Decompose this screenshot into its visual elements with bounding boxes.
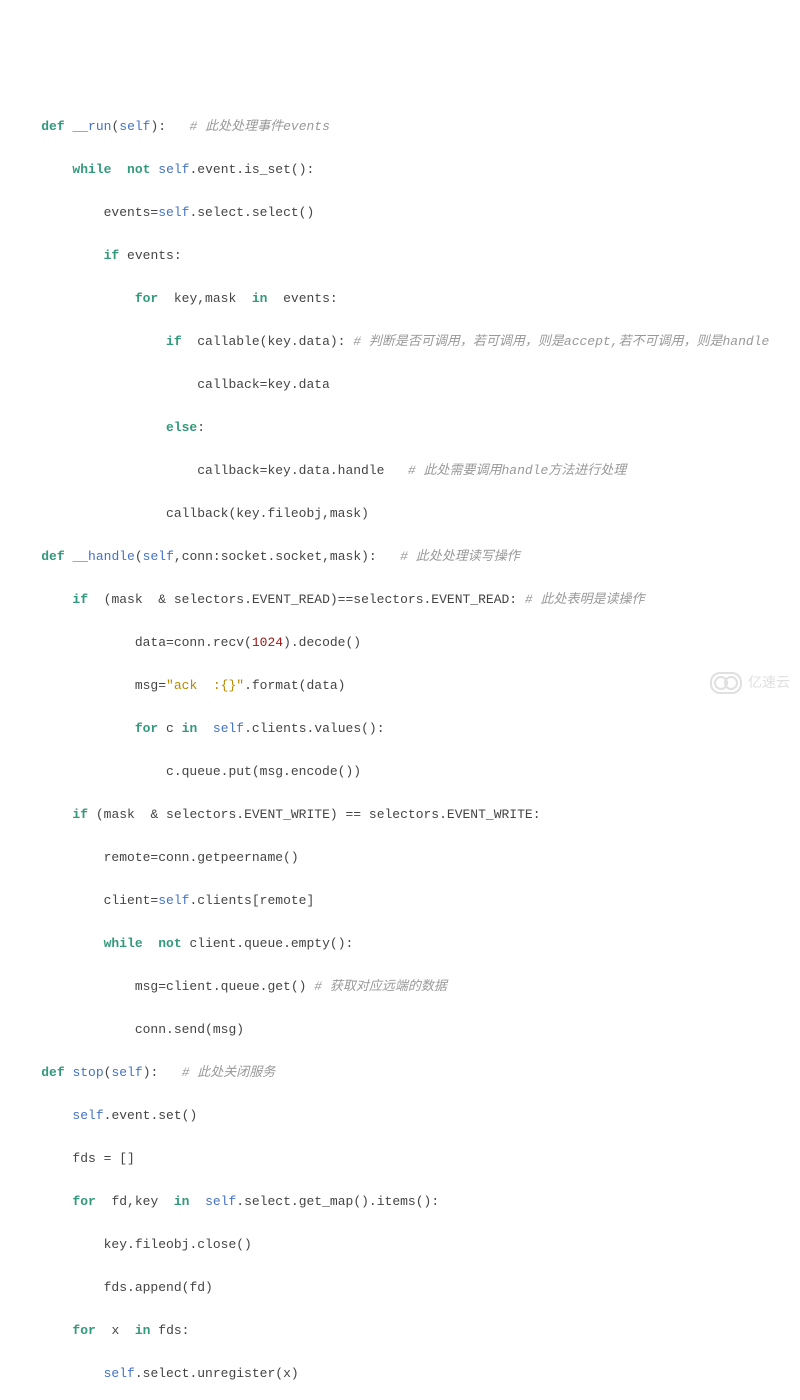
code-line: data=conn.recv(1024).decode() [10,632,790,654]
code-line: conn.send(msg) [10,1019,790,1041]
code-line: for fd,key in self.select.get_map().item… [10,1191,790,1213]
code-line: if events: [10,245,790,267]
code-line: key.fileobj.close() [10,1234,790,1256]
code-line: c.queue.put(msg.encode()) [10,761,790,783]
code-line: events=self.select.select() [10,202,790,224]
code-block: def __run(self): # 此处处理事件events while no… [10,94,790,1400]
code-line: if callable(key.data): # 判断是否可调用，若可调用，则是… [10,331,790,353]
code-line: remote=conn.getpeername() [10,847,790,869]
code-line: fds = [] [10,1148,790,1170]
watermark: 亿速云 [710,672,790,694]
code-line: while not self.event.is_set(): [10,159,790,181]
watermark-logo-icon [710,672,742,694]
code-line: if (mask & selectors.EVENT_WRITE) == sel… [10,804,790,826]
code-line: msg="ack :{}".format(data) [10,675,790,697]
code-line: self.event.set() [10,1105,790,1127]
code-line: msg=client.queue.get() # 获取对应远端的数据 [10,976,790,998]
code-line: if (mask & selectors.EVENT_READ)==select… [10,589,790,611]
code-line: def __run(self): # 此处处理事件events [10,116,790,138]
code-line: for x in fds: [10,1320,790,1342]
code-line: callback=key.data [10,374,790,396]
code-line: else: [10,417,790,439]
code-line: callback=key.data.handle # 此处需要调用handle方… [10,460,790,482]
code-line: while not client.queue.empty(): [10,933,790,955]
code-line: client=self.clients[remote] [10,890,790,912]
code-line: callback(key.fileobj,mask) [10,503,790,525]
code-line: def __handle(self,conn:socket.socket,mas… [10,546,790,568]
watermark-text: 亿速云 [748,672,790,694]
code-line: for c in self.clients.values(): [10,718,790,740]
code-line: fds.append(fd) [10,1277,790,1299]
code-line: self.select.unregister(x) [10,1363,790,1385]
code-line: def stop(self): # 此处关闭服务 [10,1062,790,1084]
code-line: for key,mask in events: [10,288,790,310]
